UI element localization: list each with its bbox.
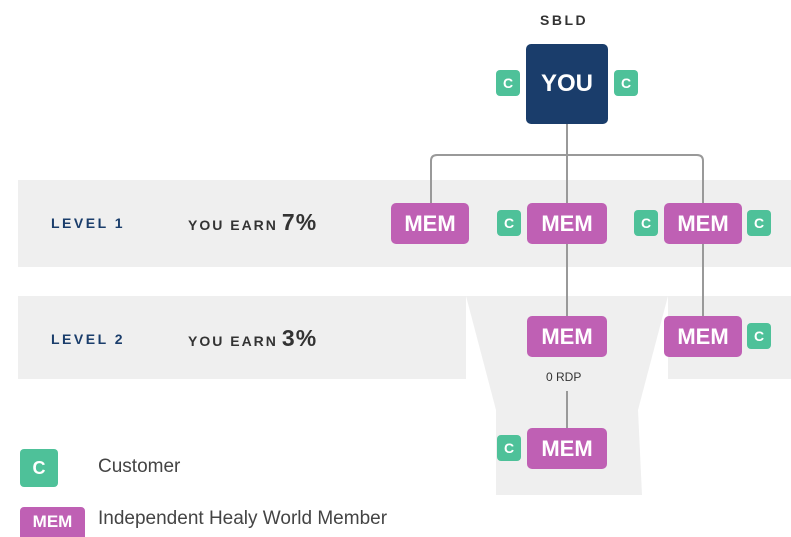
level-1-label: LEVEL 1 <box>51 215 126 231</box>
level-1-earn-pct: 7% <box>281 209 318 235</box>
level-1-member-3-customer-right: C <box>747 210 771 236</box>
level-1-earn: YOU EARN 7% <box>188 209 317 236</box>
diagram-title: SBLD <box>540 12 589 28</box>
level-1-member-2: MEM <box>527 203 607 244</box>
level-2-label: LEVEL 2 <box>51 331 126 347</box>
level-2-member-2: MEM <box>664 316 742 357</box>
level-3-member-customer: C <box>497 435 521 461</box>
level-1-member-3: MEM <box>664 203 742 244</box>
level-1-member-3-customer-left: C <box>634 210 658 236</box>
level-2-member-2-customer: C <box>747 323 771 349</box>
level-2-earn: YOU EARN 3% <box>188 325 317 352</box>
level-1-member-2-customer: C <box>497 210 521 236</box>
level-2-earn-text: YOU EARN <box>188 333 278 349</box>
level-2-earn-pct: 3% <box>281 325 318 351</box>
level-1-member-1: MEM <box>391 203 469 244</box>
you-customer-right: C <box>614 70 638 96</box>
tree-connectors <box>430 123 704 428</box>
level-3-member: MEM <box>527 428 607 469</box>
you-node: YOU <box>526 44 608 124</box>
rdp-label: 0 RDP <box>546 370 582 384</box>
legend-member-label: Independent Healy World Member <box>98 508 388 529</box>
level-1-earn-text: YOU EARN <box>188 217 278 233</box>
level-2-member-1: MEM <box>527 316 607 357</box>
legend-customer-icon: C <box>20 449 58 487</box>
you-customer-left: C <box>496 70 520 96</box>
legend-customer-label: Customer <box>98 456 181 477</box>
